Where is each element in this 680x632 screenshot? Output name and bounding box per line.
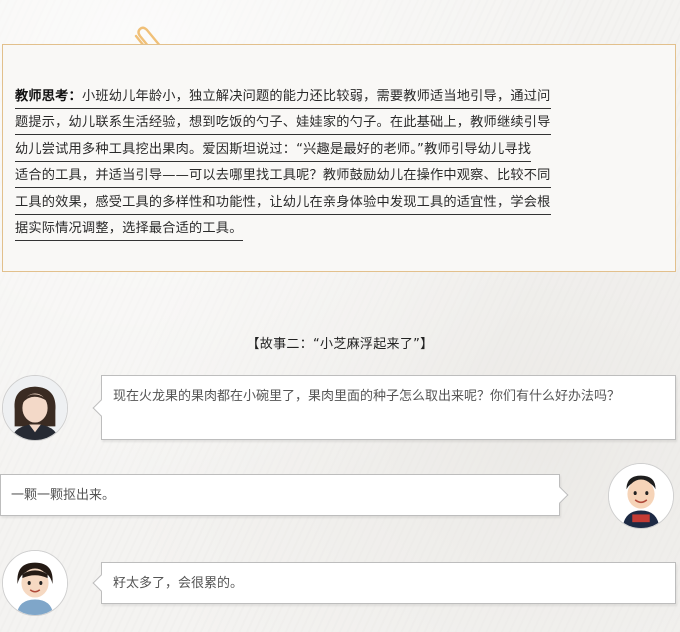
note-line: 题提示，幼儿联系生活经验，想到吃饭的勺子、娃娃家的勺子。在此基础上，教师继续引导 xyxy=(15,112,551,136)
dialog-bubble-teacher: 现在火龙果的果肉都在小碗里了，果肉里面的种子怎么取出来呢？你们有什么好办法吗？ xyxy=(92,375,676,440)
teacher-reflection-box: 教师思考：小班幼儿年龄小，独立解决问题的能力还比较弱，需要教师适当地引导，通过问… xyxy=(2,44,676,272)
child-boy-avatar xyxy=(608,463,674,529)
note-line: 据实际情况调整，选择最合适的工具。 xyxy=(15,218,243,241)
note-label: 教师思考： xyxy=(15,89,82,104)
note-line: 工具的效果，感受工具的多样性和功能性，让幼儿在亲身体验中发现工具的适宜性，学会根 xyxy=(15,192,551,215)
dialog-bubble-child-boy: 一颗一颗抠出来。 xyxy=(0,474,569,516)
note-line: 幼儿尝试用多种工具挖出果肉。爱因斯坦说过：“兴趣是最好的老师。”教师引导幼儿寻找 xyxy=(15,139,532,162)
bubble-tail xyxy=(92,574,110,592)
note-line: 教师思考：小班幼儿年龄小，独立解决问题的能力还比较弱，需要教师适当地引导，通过问 xyxy=(15,86,551,109)
bubble-tail xyxy=(92,399,110,416)
dialog-text: 籽太多了，会很累的。 xyxy=(113,576,244,591)
bubble-tail xyxy=(551,486,569,504)
dialog-text: 一颗一颗抠出来。 xyxy=(11,488,116,503)
teacher-reflection-text: 教师思考：小班幼儿年龄小，独立解决问题的能力还比较弱，需要教师适当地引导，通过问… xyxy=(15,85,649,243)
story-title: 【故事二：“小芝麻浮起来了”】 xyxy=(246,337,434,352)
dialog-text: 现在火龙果的果肉都在小碗里了，果肉里面的种子怎么取出来呢？你们有什么好办法吗？ xyxy=(113,389,621,404)
note-line: 适合的工具，并适当引导——可以去哪里找工具呢？教师鼓励幼儿在操作中观察、比较不同 xyxy=(15,165,551,189)
teacher-avatar xyxy=(2,375,68,441)
child-girl-avatar xyxy=(2,550,68,616)
dialog-bubble-child-girl: 籽太多了，会很累的。 xyxy=(92,562,676,604)
